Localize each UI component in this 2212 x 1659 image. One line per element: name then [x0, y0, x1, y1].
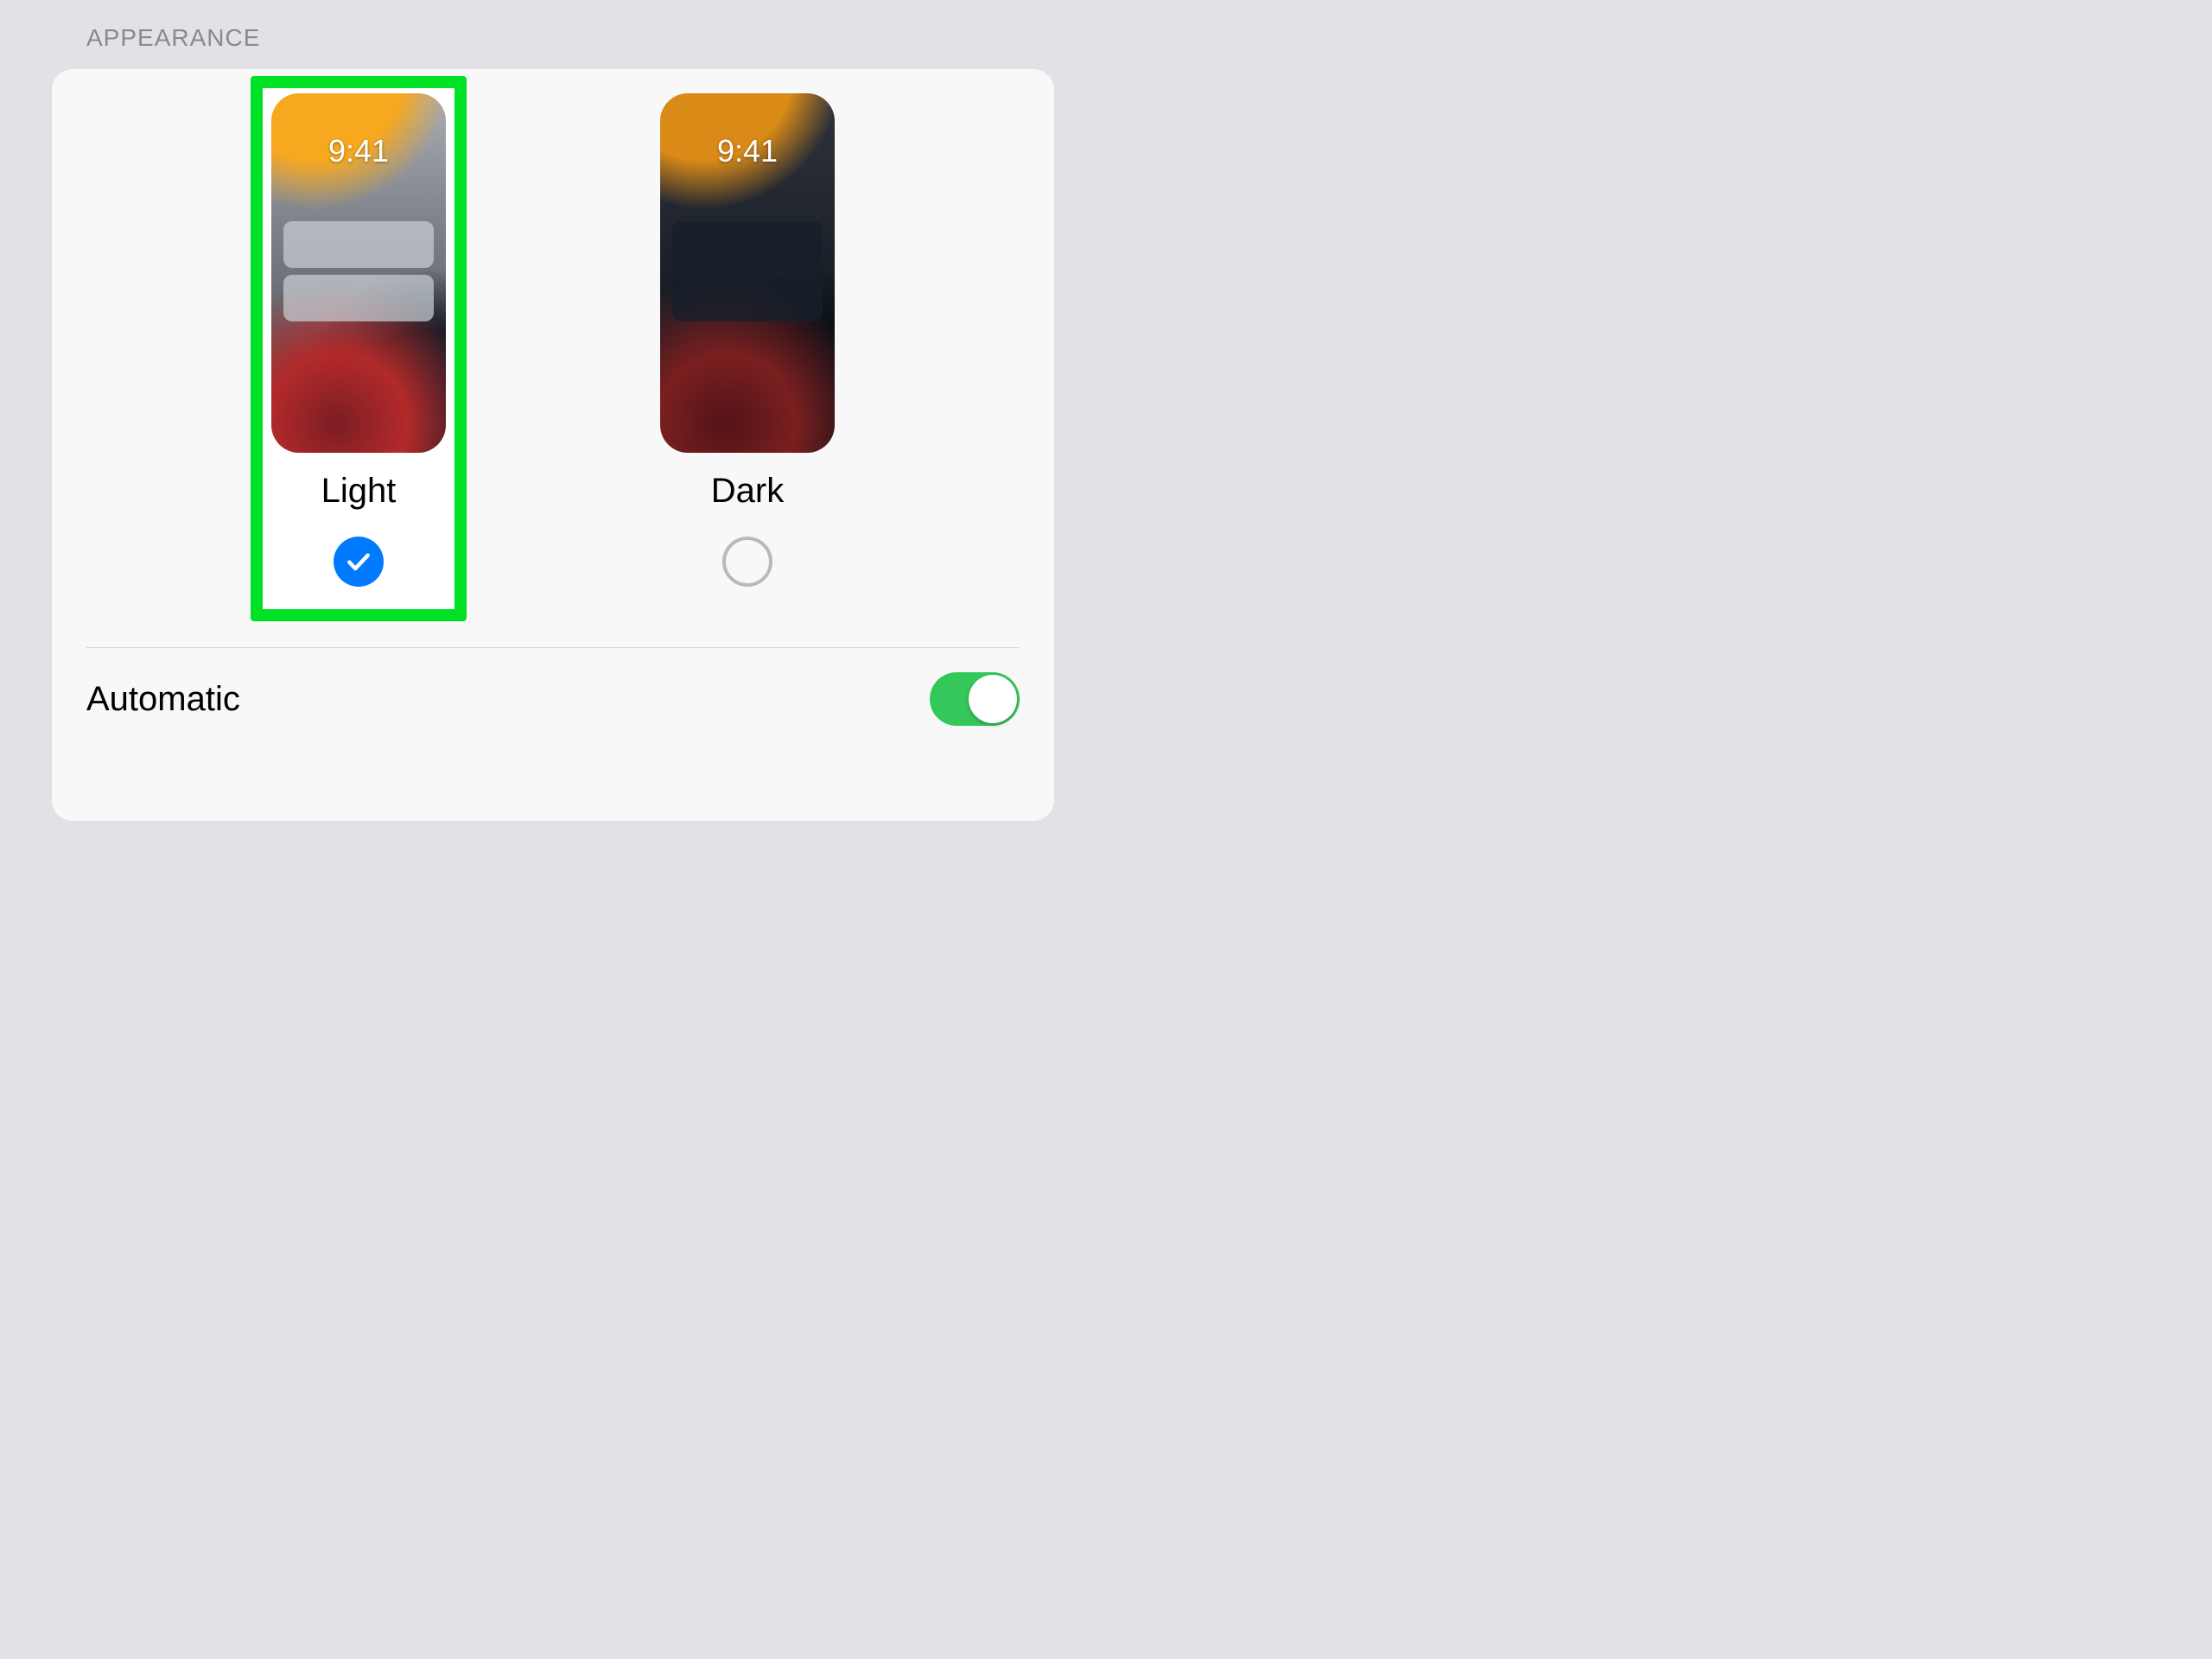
- automatic-label: Automatic: [86, 680, 240, 719]
- preview-time-dark: 9:41: [660, 133, 835, 169]
- dark-preview-thumbnail: 9:41: [660, 93, 835, 453]
- appearance-card: 9:41 Light 9:41 Dark Automatic: [52, 69, 1054, 821]
- light-preview-thumbnail: 9:41: [271, 93, 446, 453]
- preview-widget: [283, 275, 434, 321]
- appearance-options-row: 9:41 Light 9:41 Dark: [52, 93, 1054, 647]
- automatic-toggle[interactable]: [930, 672, 1020, 726]
- appearance-option-dark-radio[interactable]: [722, 537, 772, 587]
- preview-widget: [283, 221, 434, 268]
- appearance-section-header: APPEARANCE: [0, 0, 1106, 69]
- automatic-row: Automatic: [52, 648, 1054, 726]
- appearance-option-light[interactable]: 9:41 Light: [251, 76, 467, 621]
- preview-widget: [672, 221, 823, 268]
- appearance-option-light-label: Light: [321, 472, 397, 511]
- appearance-option-dark-label: Dark: [711, 472, 784, 511]
- checkmark-icon: [345, 548, 372, 575]
- appearance-option-dark[interactable]: 9:41 Dark: [639, 93, 855, 613]
- toggle-knob: [969, 675, 1017, 723]
- preview-widget: [672, 275, 823, 321]
- appearance-option-light-radio[interactable]: [334, 537, 384, 587]
- preview-time-light: 9:41: [271, 133, 446, 169]
